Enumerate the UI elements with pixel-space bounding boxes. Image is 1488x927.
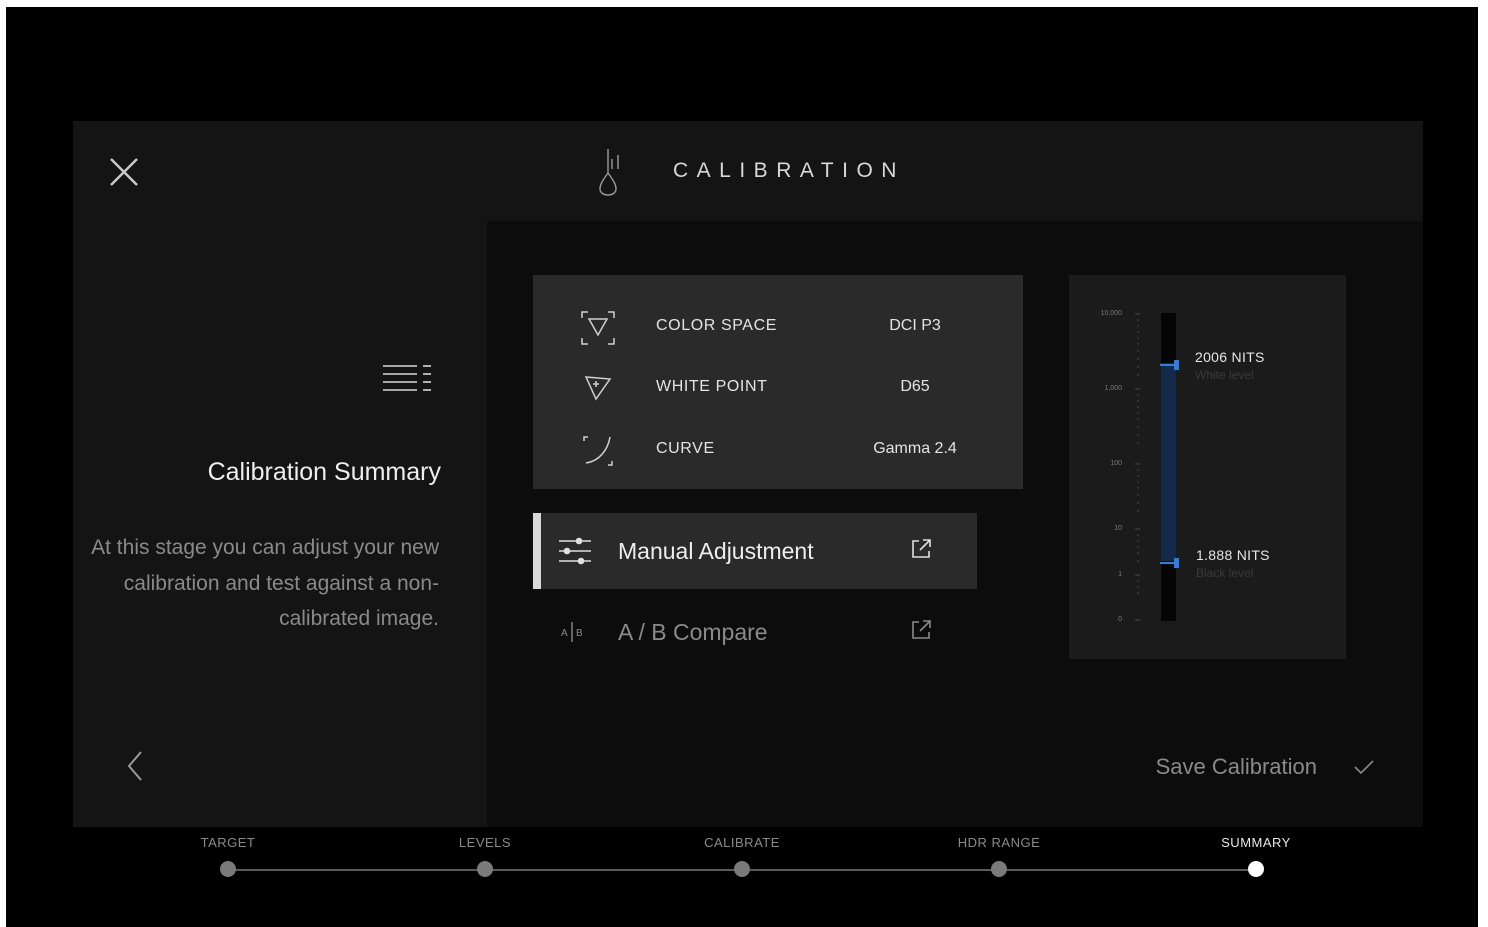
step-calibrate[interactable]: CALIBRATE <box>662 835 822 877</box>
content-panel: COLOR SPACE DCI P3 WHITE POINT D65 CURVE… <box>487 221 1423 827</box>
calibration-window: CALIBRATION Calibration Summary At this … <box>73 121 1423 827</box>
step-label: SUMMARY <box>1221 835 1291 850</box>
svg-text:B: B <box>576 628 583 639</box>
color-space-icon <box>581 311 615 345</box>
scale-tick: 1,000 <box>1104 385 1122 392</box>
step-label: TARGET <box>200 835 256 850</box>
setting-label: COLOR SPACE <box>656 317 777 334</box>
white-level-label: White level <box>1195 368 1254 382</box>
setting-label: CURVE <box>656 440 715 457</box>
active-indicator <box>533 513 541 589</box>
white-point-icon <box>584 376 612 401</box>
scale-tick: 100 <box>1110 460 1122 467</box>
setting-row-curve: CURVE Gamma 2.4 <box>533 430 1023 470</box>
external-link-icon[interactable] <box>909 537 933 561</box>
close-icon[interactable] <box>107 155 141 189</box>
header: CALIBRATION <box>73 121 1423 221</box>
setting-value: D65 <box>900 378 930 395</box>
check-icon[interactable] <box>1353 758 1375 776</box>
step-target[interactable]: TARGET <box>148 835 308 877</box>
setting-value: DCI P3 <box>889 317 941 334</box>
step-dot <box>220 861 236 877</box>
step-dot <box>477 861 493 877</box>
chevron-left-icon[interactable] <box>123 748 147 784</box>
summary-panel: Calibration Summary At this stage you ca… <box>73 221 487 827</box>
step-dot <box>734 861 750 877</box>
action-label: A / B Compare <box>618 619 768 645</box>
ab-compare-icon: A B <box>561 622 583 642</box>
app-screen: CALIBRATION Calibration Summary At this … <box>6 7 1478 927</box>
step-progress: TARGET LEVELS CALIBRATE HDR RANGE SUMMAR… <box>6 827 1478 927</box>
setting-row-white-point: WHITE POINT D65 <box>533 368 1023 408</box>
scale-tick: 1 <box>1118 571 1122 578</box>
setting-value: Gamma 2.4 <box>873 440 957 457</box>
step-summary[interactable]: SUMMARY <box>1176 835 1336 877</box>
save-calibration-button[interactable]: Save Calibration <box>1156 754 1317 780</box>
step-dot <box>1248 861 1264 877</box>
manual-adjustment-button[interactable]: Manual Adjustment <box>533 513 977 589</box>
settings-card: COLOR SPACE DCI P3 WHITE POINT D65 CURVE… <box>533 275 1023 489</box>
hdr-range-gauge <box>1135 313 1179 621</box>
sliders-icon <box>559 537 591 565</box>
scale-tick: 10 <box>1114 525 1122 532</box>
curve-icon <box>583 436 613 466</box>
summary-title: Calibration Summary <box>207 458 441 486</box>
action-label: Manual Adjustment <box>618 538 814 564</box>
external-link-icon[interactable] <box>909 618 933 642</box>
step-dot <box>991 861 1007 877</box>
black-level-value: 1.888 NITS <box>1196 547 1270 563</box>
list-icon <box>383 365 431 391</box>
summary-description: At this stage you can adjust your new ca… <box>91 536 439 630</box>
setting-label: WHITE POINT <box>656 378 768 395</box>
step-levels[interactable]: LEVELS <box>405 835 565 877</box>
ab-compare-button[interactable]: A B A / B Compare <box>533 594 977 670</box>
step-hdr-range[interactable]: HDR RANGE <box>919 835 1079 877</box>
hdr-range-card: 10,000 1,000 100 10 1 0 2006 NITS White … <box>1069 275 1346 659</box>
page-title: CALIBRATION <box>673 159 905 182</box>
scale-tick: 10,000 <box>1100 310 1122 317</box>
step-label: CALIBRATE <box>704 835 780 850</box>
black-level-label: Black level <box>1196 566 1254 580</box>
step-label: LEVELS <box>458 835 512 850</box>
pencil-drop-icon <box>599 149 619 196</box>
step-label: HDR RANGE <box>957 835 1041 850</box>
svg-text:A: A <box>561 628 568 639</box>
scale-tick: 0 <box>1118 616 1122 623</box>
white-level-value: 2006 NITS <box>1195 349 1265 365</box>
setting-row-color-space: COLOR SPACE DCI P3 <box>533 307 1023 347</box>
